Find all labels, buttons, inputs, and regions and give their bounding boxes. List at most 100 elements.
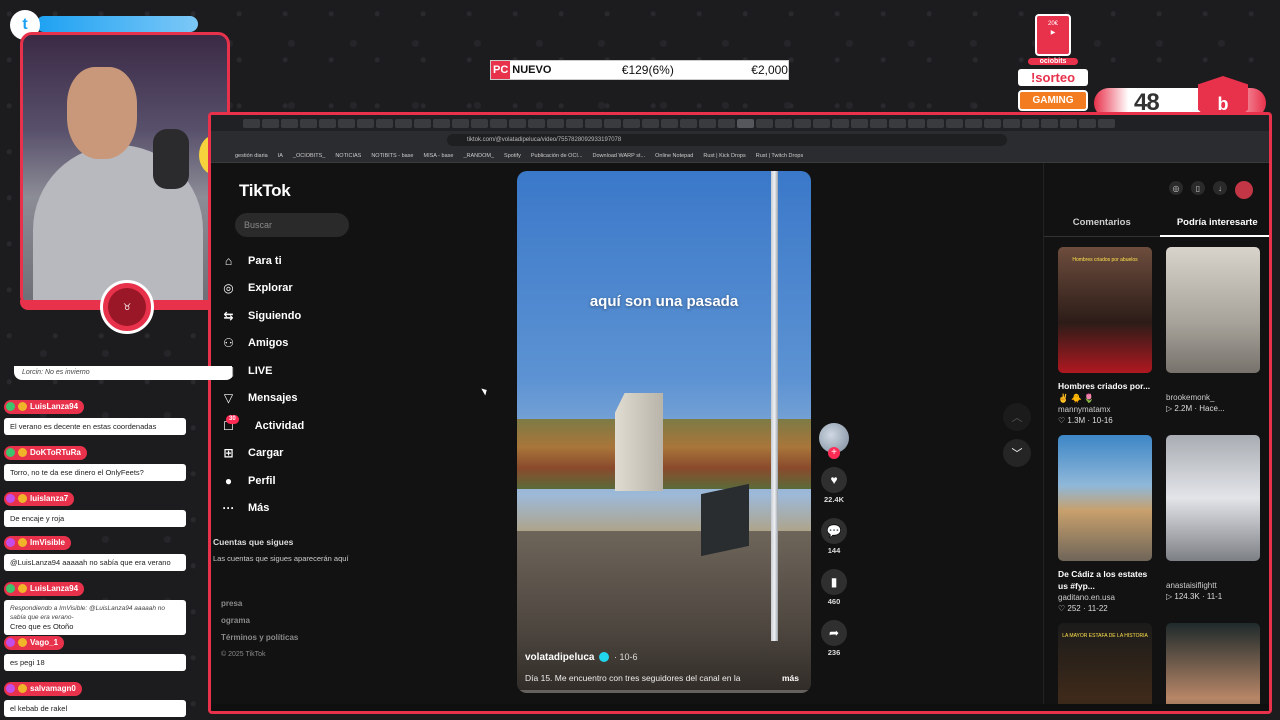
bookmark-item[interactable]: _OCIOBITS_ xyxy=(293,153,325,159)
browser-tab[interactable] xyxy=(338,118,355,128)
browser-tab[interactable] xyxy=(965,118,982,128)
browser-tab[interactable] xyxy=(1041,118,1058,128)
browser-tab[interactable] xyxy=(547,118,564,128)
browser-tab[interactable] xyxy=(661,118,678,128)
browser-tab[interactable] xyxy=(699,118,716,128)
bookmark-item[interactable]: NOTIBITS - base xyxy=(371,153,413,159)
footer-link-terms[interactable]: Términos y políticas xyxy=(221,629,298,646)
recommended-video-card[interactable]: LA MAYOR ESTAFA DE LA HISTORIA xyxy=(1058,623,1154,711)
browser-tab[interactable] xyxy=(243,118,260,128)
sidebar-item-más[interactable]: ··· Más xyxy=(221,495,361,523)
card-author[interactable]: anastaisiflightt xyxy=(1166,581,1262,590)
browser-tab[interactable] xyxy=(471,118,488,128)
browser-tab[interactable] xyxy=(927,118,944,128)
bookmark-item[interactable]: NOTICIAS xyxy=(335,153,361,159)
download-icon[interactable]: ↓ xyxy=(1213,181,1227,195)
browser-tab[interactable] xyxy=(414,118,431,128)
browser-tab[interactable] xyxy=(680,118,697,128)
sidebar-item-mensajes[interactable]: ▽ Mensajes xyxy=(221,385,361,413)
compass-small-icon[interactable]: ◎ xyxy=(1169,181,1183,195)
browser-tab[interactable] xyxy=(1098,118,1115,128)
browser-tab[interactable] xyxy=(566,118,583,128)
browser-tab[interactable] xyxy=(756,118,773,128)
browser-tab[interactable] xyxy=(281,118,298,128)
creator-avatar[interactable]: + xyxy=(819,423,849,459)
card-author[interactable]: mannymatamx xyxy=(1058,405,1154,414)
share-button[interactable]: ➦ xyxy=(821,620,847,646)
video-thumbnail[interactable] xyxy=(1058,435,1152,561)
browser-tab[interactable] xyxy=(604,118,621,128)
browser-tab[interactable] xyxy=(490,118,507,128)
browser-tab[interactable] xyxy=(433,118,450,128)
follow-plus-icon[interactable]: + xyxy=(828,447,840,459)
browser-tab[interactable] xyxy=(642,118,659,128)
video-thumbnail[interactable] xyxy=(1166,623,1260,711)
footer-link-programa[interactable]: ograma xyxy=(221,612,298,629)
sidebar-item-para-ti[interactable]: ⌂ Para ti xyxy=(221,247,361,275)
video-thumbnail[interactable]: Hombres criados por abuelos xyxy=(1058,247,1152,373)
browser-tab[interactable] xyxy=(946,118,963,128)
browser-tab[interactable] xyxy=(851,118,868,128)
comment-button[interactable]: 💬 xyxy=(821,518,847,544)
footer-link-empresa[interactable]: presa xyxy=(221,595,298,612)
recommended-video-card[interactable]: brookemonk_ ▷ 2.2M · Hace... xyxy=(1166,247,1262,425)
bookmark-item[interactable]: _RANDOM_ xyxy=(463,153,494,159)
bookmark-item[interactable]: Download WARP st... xyxy=(593,153,646,159)
device-icon[interactable]: ▯ xyxy=(1191,181,1205,195)
tab-podria-interesarte[interactable]: Podría interesarte xyxy=(1159,217,1269,237)
browser-tab[interactable] xyxy=(832,118,849,128)
sidebar-item-live[interactable]: ▣LIVE xyxy=(221,357,361,385)
browser-tab[interactable] xyxy=(509,118,526,128)
sidebar-item-siguiendo[interactable]: ⇆ Siguiendo xyxy=(221,302,361,330)
sidebar-item-explorar[interactable]: ◎ Explorar xyxy=(221,275,361,303)
recommended-video-card[interactable]: De Cádiz a los estates us #fyp... gaditan… xyxy=(1058,435,1154,613)
browser-tab[interactable] xyxy=(984,118,1001,128)
browser-tab[interactable] xyxy=(528,118,545,128)
browser-tab[interactable] xyxy=(813,118,830,128)
browser-tab[interactable] xyxy=(1060,118,1077,128)
browser-tab[interactable] xyxy=(623,118,640,128)
url-field[interactable]: tiktok.com/@volatadipeluca/video/7557828… xyxy=(447,134,1007,146)
browser-tab[interactable] xyxy=(585,118,602,128)
search-input[interactable]: Buscar xyxy=(235,213,349,237)
video-author-name[interactable]: volatadipeluca xyxy=(525,652,594,663)
recommended-video-card[interactable] xyxy=(1166,623,1262,711)
browser-tab[interactable] xyxy=(357,118,374,128)
browser-tab[interactable] xyxy=(262,118,279,128)
browser-tab[interactable] xyxy=(908,118,925,128)
browser-tab[interactable] xyxy=(1079,118,1096,128)
browser-tab[interactable] xyxy=(889,118,906,128)
previous-video-button[interactable]: ︿ xyxy=(1003,403,1031,431)
bookmark-item[interactable]: gestión diaria xyxy=(235,153,268,159)
bookmark-item[interactable]: Rust | Kick Drops xyxy=(703,153,745,159)
save-button[interactable]: ▮ xyxy=(821,569,847,595)
next-video-button[interactable]: ﹀ xyxy=(1003,439,1031,467)
like-button[interactable]: ♥ xyxy=(821,467,847,493)
user-avatar[interactable] xyxy=(1235,181,1253,199)
bookmark-item[interactable]: IA xyxy=(278,153,283,159)
more-button[interactable]: más xyxy=(782,673,799,683)
browser-tab[interactable] xyxy=(1003,118,1020,128)
browser-tab[interactable] xyxy=(1022,118,1039,128)
browser-tab[interactable] xyxy=(870,118,887,128)
browser-tab[interactable] xyxy=(718,118,735,128)
sidebar-item-amigos[interactable]: ⚇ Amigos xyxy=(221,330,361,358)
recommended-video-card[interactable]: anastaisiflightt ▷ 124.3K · 11-1 xyxy=(1166,435,1262,613)
browser-tab[interactable] xyxy=(376,118,393,128)
recommended-video-card[interactable]: Hombres criados por abuelos Hombres criad… xyxy=(1058,247,1154,425)
bookmark-item[interactable]: Spotify xyxy=(504,153,521,159)
browser-tab[interactable] xyxy=(395,118,412,128)
tiktok-logo[interactable]: TikTok xyxy=(239,181,291,201)
video-player[interactable]: aquí son una pasada volatadipeluca · 10-… xyxy=(517,171,811,693)
bookmark-item[interactable]: Publicación de OCI... xyxy=(531,153,583,159)
bookmark-item[interactable]: MISA - base xyxy=(424,153,454,159)
browser-tab[interactable] xyxy=(452,118,469,128)
sidebar-item-actividad[interactable]: ☐ 30 Actividad xyxy=(221,412,361,440)
video-author[interactable]: volatadipeluca · 10-6 xyxy=(525,652,638,663)
bookmark-item[interactable]: Rust | Twitch Drops xyxy=(756,153,803,159)
bookmark-item[interactable]: Online Notepad xyxy=(655,153,693,159)
browser-tab[interactable] xyxy=(775,118,792,128)
video-thumbnail[interactable] xyxy=(1166,247,1260,373)
sidebar-item-perfil[interactable]: ● Perfil xyxy=(221,467,361,495)
video-progress[interactable] xyxy=(517,690,811,693)
